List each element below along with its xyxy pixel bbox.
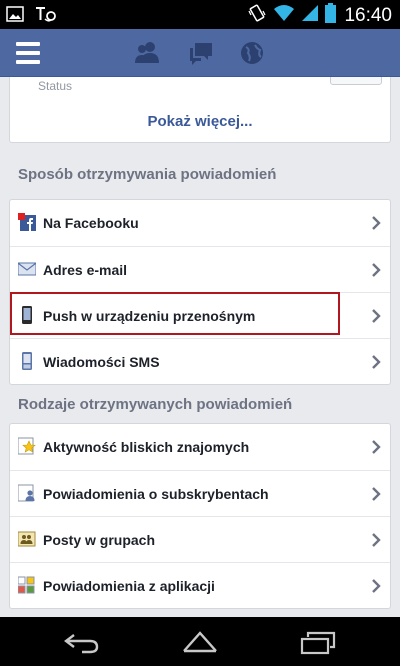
notification-types-card: Aktywność bliskich znajomych Powiadomien… [9,423,391,609]
chevron-right-icon [370,486,382,502]
list-item-mobile-push[interactable]: Push w urządzeniu przenośnym [10,292,390,338]
list-item-sms[interactable]: Wiadomości SMS [10,338,390,384]
list-item-label: Na Facebooku [43,215,139,231]
facebook-icon [18,213,36,231]
home-icon[interactable] [180,627,220,657]
recent-apps-icon[interactable] [298,627,338,657]
list-item-label: Adres e-mail [43,261,128,278]
list-item-label: Push w urządzeniu przenośnym [43,307,256,324]
chevron-right-icon [370,215,382,231]
settings-content: Status Pokaż więcej... Sposób otrzymywan… [0,77,400,617]
chevron-right-icon [370,308,382,324]
chevron-right-icon [370,578,382,594]
section-title-delivery: Sposób otrzymywania powiadomień [18,166,277,183]
list-item-email[interactable]: Adres e-mail [10,246,390,292]
subscribers-icon [17,484,36,502]
groups-icon [17,530,36,548]
list-item-app-notifications[interactable]: Powiadomienia z aplikacji [10,562,390,608]
friends-icon[interactable] [133,39,161,67]
system-nav-bar [0,617,400,666]
status-label: Status [38,79,73,93]
chevron-right-icon [370,532,382,548]
sms-phone-icon [18,352,36,370]
section-title-types: Rodzaje otrzymywanych powiadomień [18,396,293,413]
chevron-right-icon [370,439,382,455]
list-item-on-facebook[interactable]: Na Facebooku [10,200,390,246]
status-bar: 16:40 [0,0,400,29]
vibrate-icon [247,3,267,28]
list-item-close-friends[interactable]: Aktywność bliskich znajomych [10,424,390,470]
mobile-phone-icon [18,306,36,324]
status-card: Status Pokaż więcej... [9,77,391,143]
image-icon [6,6,24,27]
list-item-label: Wiadomości SMS [43,353,160,370]
apps-icon [17,576,36,594]
list-item-label: Posty w grupach [43,531,156,548]
list-item-label: Powiadomienia o subskrybentach [43,485,269,502]
voicemail-icon [34,5,60,28]
list-item-label: Powiadomienia z aplikacji [43,577,215,594]
delivery-methods-card: Na Facebooku Adres e-mail Push w urządze… [9,199,391,385]
list-item-subscribers[interactable]: Powiadomienia o subskrybentach [10,470,390,516]
battery-icon [325,3,337,28]
clock: 16:40 [344,4,392,26]
wifi-icon [273,4,295,27]
chevron-right-icon [370,262,382,278]
messages-icon[interactable] [187,39,215,67]
star-icon [17,437,36,455]
globe-icon[interactable] [238,39,266,67]
status-toggle[interactable] [330,77,382,85]
back-icon[interactable] [62,627,102,657]
email-icon [17,260,37,278]
signal-icon [301,4,319,27]
menu-icon[interactable] [16,42,40,64]
list-item-group-posts[interactable]: Posty w grupach [10,516,390,562]
chevron-right-icon [370,354,382,370]
list-item-label: Aktywność bliskich znajomych [43,439,250,455]
app-header [0,29,400,77]
show-more-link[interactable]: Pokaż więcej... [10,113,390,130]
